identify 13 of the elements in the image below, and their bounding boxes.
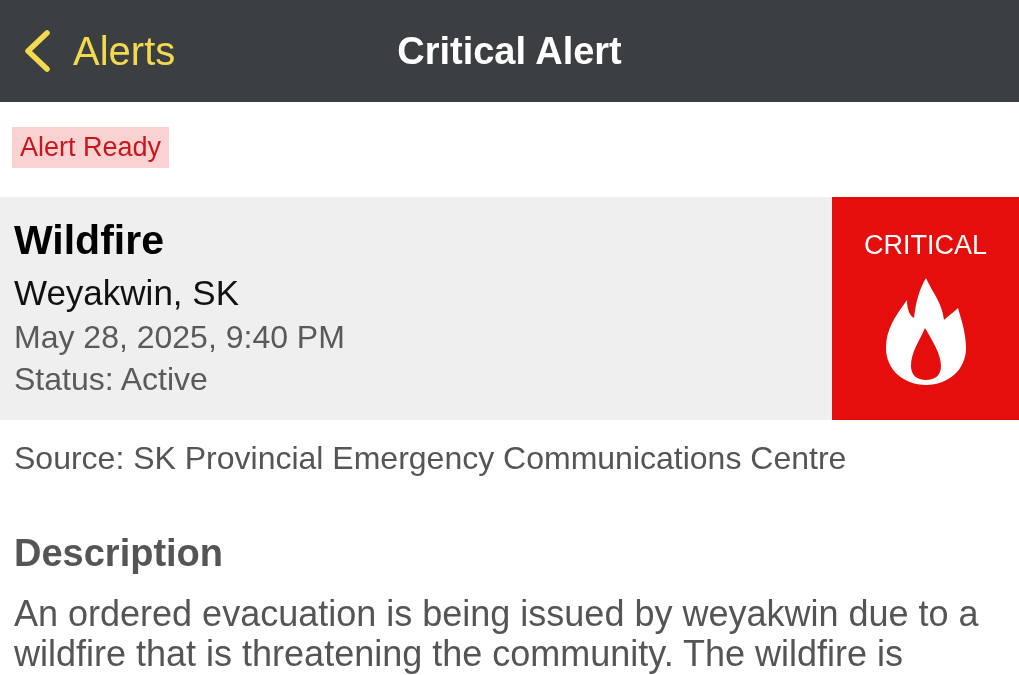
- alert-ready-label: Alert Ready: [12, 127, 170, 168]
- event-title: Wildfire: [14, 216, 165, 264]
- source-text: Source: SK Provincial Emergency Communications Centre: [13, 440, 848, 477]
- location-text: Weyakwin, SK: [14, 272, 240, 314]
- flame-icon: [885, 278, 966, 385]
- description-text: An ordered evacuation is being issued by weyakwin due to a wildfire that is threatening the community. The wildfire is: [14, 594, 980, 674]
- screen-title: Critical Alert: [397, 29, 622, 74]
- severity-label: CRITICAL: [864, 229, 987, 261]
- date-time-text: May 28, 2025, 9:40 PM: [14, 318, 346, 357]
- chevron-left-icon: [23, 30, 51, 72]
- description-heading: Description: [13, 531, 225, 575]
- status-text: Status: Active: [14, 360, 209, 399]
- back-button[interactable]: Alerts: [0, 27, 176, 75]
